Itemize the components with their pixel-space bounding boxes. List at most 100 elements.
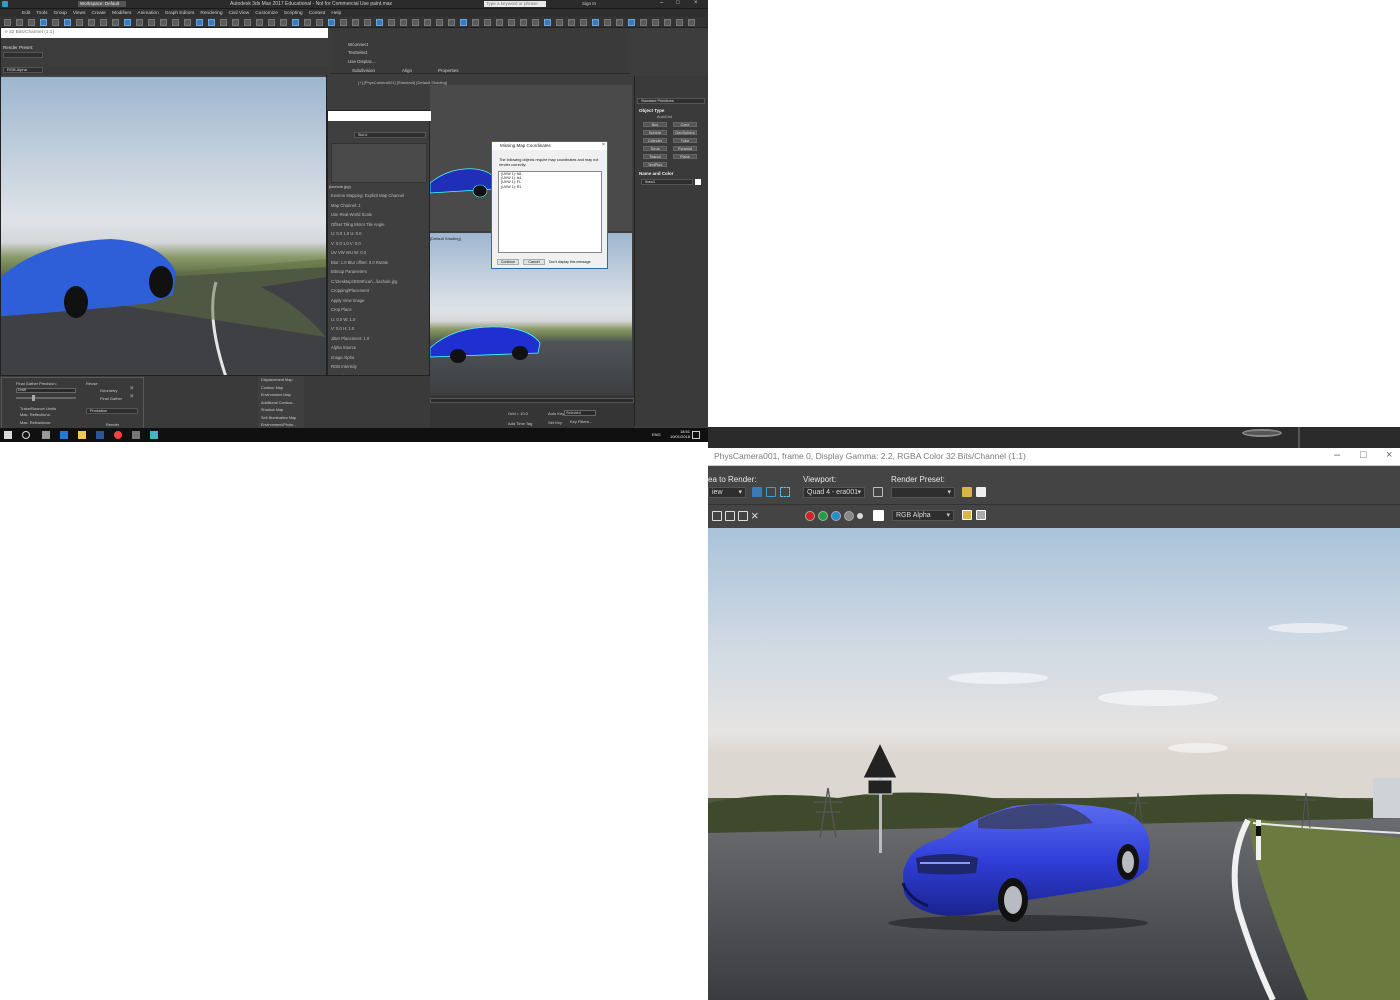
node-view[interactable] xyxy=(331,143,427,183)
toolbar-tool-icon[interactable] xyxy=(316,19,323,26)
primitive-button[interactable]: Pyramid xyxy=(673,146,697,151)
add-time-tag[interactable]: Add Time Tag xyxy=(508,421,532,426)
toolbar-tool-icon[interactable] xyxy=(484,19,491,26)
edge-icon[interactable] xyxy=(60,431,68,439)
toolbar-tool-icon[interactable] xyxy=(364,19,371,26)
toolbar-tool-icon[interactable] xyxy=(196,19,203,26)
channel-dropdown[interactable]: RGB Alpha ▾ xyxy=(892,510,954,521)
auto-region-icon[interactable] xyxy=(766,487,776,497)
toolbar-tool-icon[interactable] xyxy=(508,19,515,26)
chrome-icon[interactable] xyxy=(114,431,122,439)
name-color-header[interactable]: Name and Color xyxy=(639,171,674,176)
toolbar-tool-icon[interactable] xyxy=(616,19,623,26)
clear-icon[interactable]: × xyxy=(751,508,759,523)
dont-display-checkbox[interactable]: Don't display this message xyxy=(549,260,591,264)
toolbar-tool-icon[interactable] xyxy=(448,19,455,26)
minimize-icon[interactable]: – xyxy=(660,0,663,6)
photos-icon[interactable] xyxy=(132,431,140,439)
material-param-row[interactable]: Jitter Placement: 1.0 xyxy=(331,336,369,341)
menu-item[interactable]: Help xyxy=(331,11,341,16)
menu-item[interactable]: Views xyxy=(73,11,86,16)
toolbar-tool-icon[interactable] xyxy=(460,19,467,26)
save-image-icon[interactable] xyxy=(712,511,722,521)
key-filters-button[interactable]: Key Filters... xyxy=(570,419,592,424)
primitive-button[interactable]: Teapot xyxy=(643,154,667,159)
alpha-channel-icon[interactable] xyxy=(844,511,854,521)
toolbar-tool-icon[interactable] xyxy=(52,19,59,26)
file-explorer-icon[interactable] xyxy=(78,431,86,439)
map-list-item[interactable]: Additional Contour... xyxy=(261,401,295,405)
render-button[interactable]: Render xyxy=(106,422,119,427)
toolbar-tool-icon[interactable] xyxy=(328,19,335,26)
toolbar-tool-icon[interactable] xyxy=(412,19,419,26)
toolbar-tool-icon[interactable] xyxy=(148,19,155,26)
map-list-item[interactable]: Shadow Map xyxy=(261,408,283,412)
dialog-close-icon[interactable]: × xyxy=(602,142,605,148)
close-icon[interactable]: × xyxy=(130,386,134,392)
lock-icon[interactable] xyxy=(873,487,883,497)
toolbar-tool-icon[interactable] xyxy=(184,19,191,26)
menu-item[interactable]: Animation xyxy=(137,11,158,16)
material-param-row[interactable]: V: 0.0 1.0 V: 0.0 xyxy=(331,241,361,246)
autogrid-checkbox[interactable]: AutoGrid xyxy=(657,115,672,119)
precision-slider[interactable] xyxy=(16,397,76,399)
object-type-header[interactable]: Object Type xyxy=(639,108,664,113)
toolbar-tool-icon[interactable] xyxy=(628,19,635,26)
start-icon[interactable] xyxy=(4,431,12,439)
primitive-button[interactable]: Sphere xyxy=(643,130,667,135)
sign-in-link[interactable]: Sign In xyxy=(582,1,596,6)
toolbar-tool-icon[interactable] xyxy=(244,19,251,26)
area-to-render-dropdown[interactable]: iew ▾ xyxy=(708,487,746,498)
toolbar-tool-icon[interactable] xyxy=(676,19,683,26)
search-input[interactable]: Type a keyword or phrase xyxy=(484,1,546,7)
toolbar-tool-icon[interactable] xyxy=(520,19,527,26)
primitive-button[interactable]: TextPlus xyxy=(643,162,667,167)
list-item[interactable]: (UVW 1): R1 xyxy=(499,185,601,189)
name-field[interactable]: lines4 xyxy=(641,179,693,185)
toolbar-tool-icon[interactable] xyxy=(256,19,263,26)
toolbar-tool-icon[interactable] xyxy=(472,19,479,26)
map-list-item[interactable]: Displacement Map xyxy=(261,378,292,382)
minimize-icon[interactable]: – xyxy=(1334,449,1340,461)
primitives-dropdown[interactable]: Standard Primitives xyxy=(637,98,705,104)
material-param-row[interactable]: Alpha Source xyxy=(331,345,356,350)
toolbar-tool-icon[interactable] xyxy=(40,19,47,26)
red-channel-icon[interactable] xyxy=(805,511,815,521)
toolbar-tool-icon[interactable] xyxy=(268,19,275,26)
material-param-row[interactable]: Environ Mapping: Explicit Map Channel xyxy=(331,193,404,198)
maximize-icon[interactable]: □ xyxy=(676,0,680,6)
material-param-row[interactable]: V: 0.0 H: 1.0 xyxy=(331,326,354,331)
material-param-row[interactable]: Bitmap Parameters xyxy=(331,269,367,274)
toolbar-tool-icon[interactable] xyxy=(376,19,383,26)
primitive-button[interactable]: GeoSphere xyxy=(673,130,697,135)
map-list-item[interactable]: Self Illumination Map xyxy=(261,416,296,420)
channel-dropdown[interactable]: RGB Alpha xyxy=(3,67,43,73)
render-preset-dropdown[interactable]: ▾ xyxy=(891,487,955,498)
toolbar-tool-icon[interactable] xyxy=(136,19,143,26)
toolbar-tool-icon[interactable] xyxy=(172,19,179,26)
material-param-row[interactable]: Crop Place xyxy=(331,307,352,312)
color-swatch[interactable] xyxy=(695,179,701,185)
material-param-row[interactable]: Offset Tiling Mirror Tile Angle xyxy=(331,222,384,227)
notifications-icon[interactable] xyxy=(692,431,700,439)
cancel-button[interactable]: Cancel xyxy=(523,259,545,265)
copy-image-icon[interactable] xyxy=(725,511,735,521)
primitive-button[interactable]: Cylinder xyxy=(643,138,667,143)
toolbar-tool-icon[interactable] xyxy=(160,19,167,26)
close-icon[interactable]: × xyxy=(130,394,134,400)
blue-channel-icon[interactable] xyxy=(831,511,841,521)
edit-region-icon[interactable] xyxy=(752,487,762,497)
toolbar-tool-icon[interactable] xyxy=(424,19,431,26)
toolbar-tool-icon[interactable] xyxy=(532,19,539,26)
toolbar-tool-icon[interactable] xyxy=(76,19,83,26)
toolbar-tool-icon[interactable] xyxy=(28,19,35,26)
map-list-item[interactable]: Contour Map xyxy=(261,386,283,390)
menu-item[interactable]: Content xyxy=(309,11,326,16)
toolbar-tool-icon[interactable] xyxy=(340,19,347,26)
material-param-row[interactable]: Blur: 1.0 Blur offset: 0.0 Rotate xyxy=(331,260,388,265)
taskbar-clock[interactable]: 18:51 10/01/2018 xyxy=(670,429,690,439)
map-list-item[interactable]: Environment Map xyxy=(261,393,291,397)
toolbar-tool-icon[interactable] xyxy=(64,19,71,26)
toolbar-tool-icon[interactable] xyxy=(292,19,299,26)
menu-item[interactable]: Graph Editors xyxy=(165,11,195,16)
